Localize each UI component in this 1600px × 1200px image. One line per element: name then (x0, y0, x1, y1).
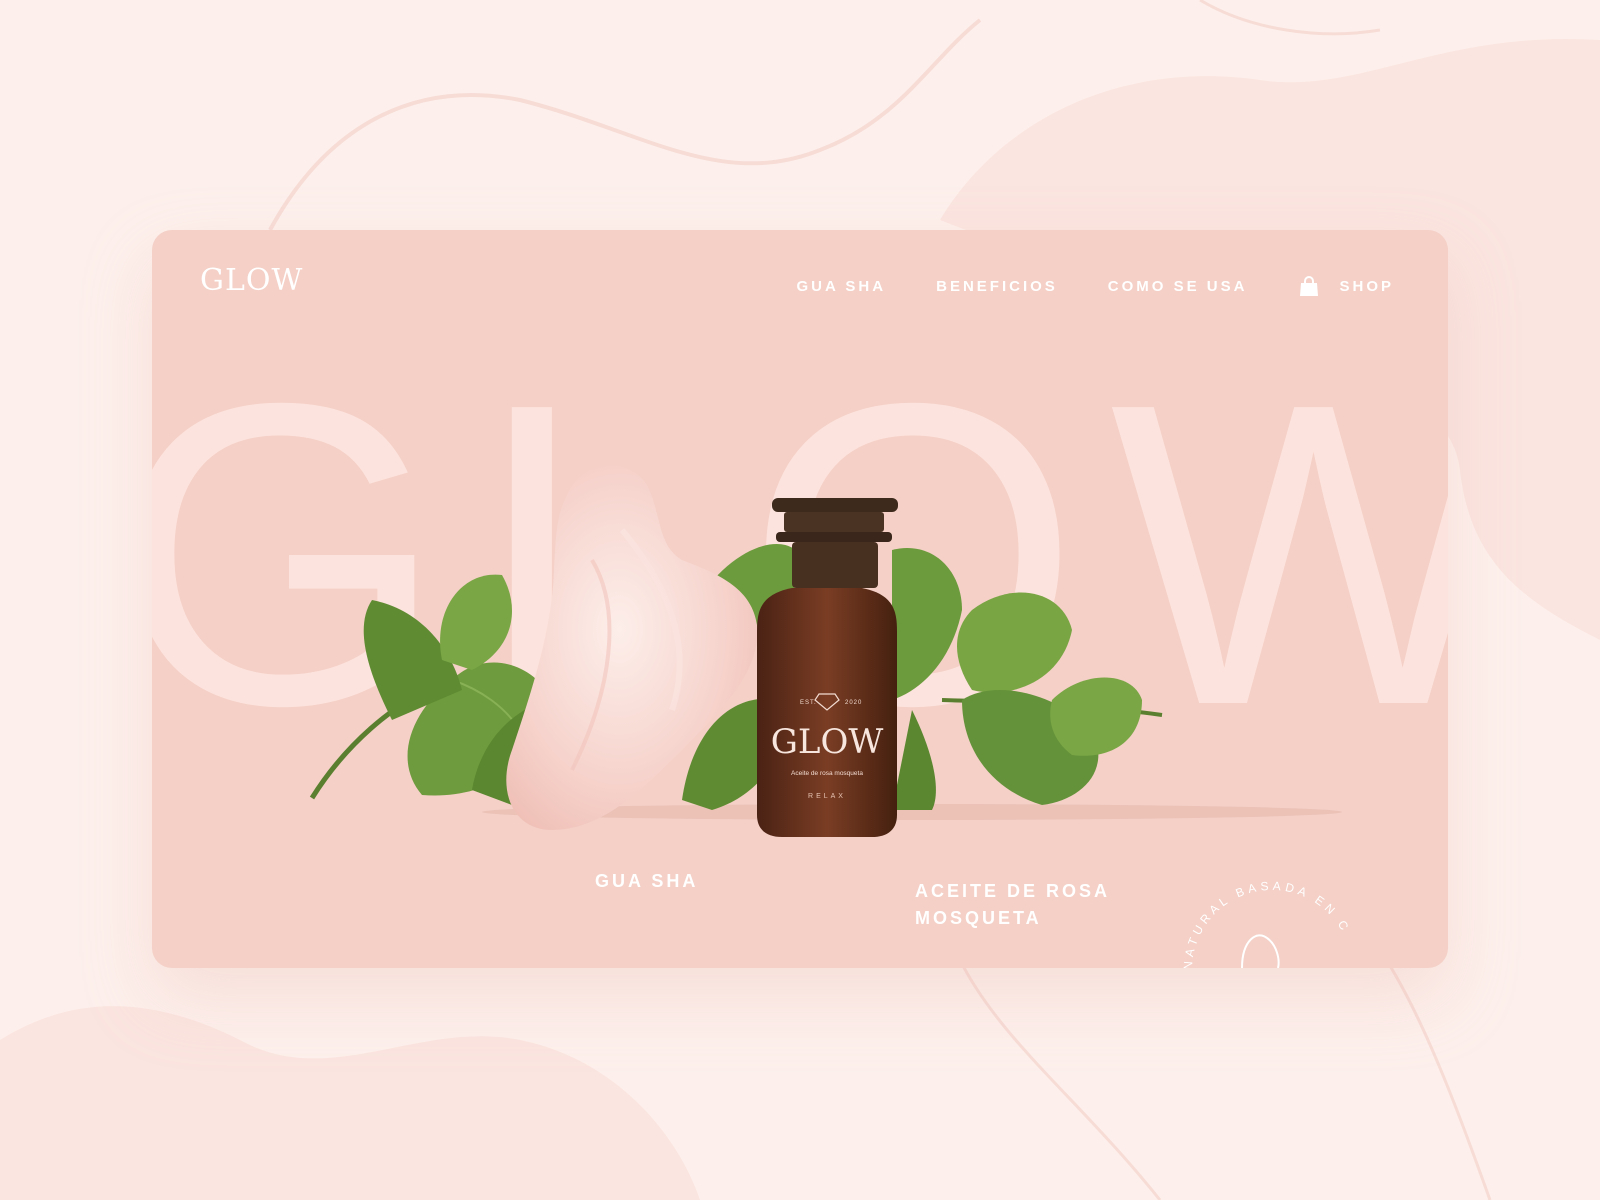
svg-text:NATURAL BASADA EN C: NATURAL BASADA EN C (1181, 879, 1354, 968)
hero-product-scene: EST. 2020 GLOW Aceite de rosa mosqueta R… (309, 465, 1354, 968)
natural-badge: NATURAL BASADA EN C (1181, 879, 1354, 968)
hero-card: GLOW GUA SHA BENEFICIOS COMO SE USA SHOP… (152, 230, 1448, 968)
product-label-gua-sha[interactable]: GUA SHA (595, 868, 698, 895)
product-label-aceite[interactable]: ACEITE DE ROSA MOSQUETA (915, 878, 1155, 932)
leaves-right (892, 548, 1163, 810)
bottle-name: GLOW (771, 722, 884, 762)
bottle-subtitle: Aceite de rosa mosqueta (791, 770, 863, 777)
bottle-est: EST. (800, 700, 817, 706)
bottle-year: 2020 (845, 700, 862, 706)
badge-text: NATURAL BASADA EN C (1181, 879, 1350, 968)
bottle-variant: RELAX (808, 793, 846, 800)
